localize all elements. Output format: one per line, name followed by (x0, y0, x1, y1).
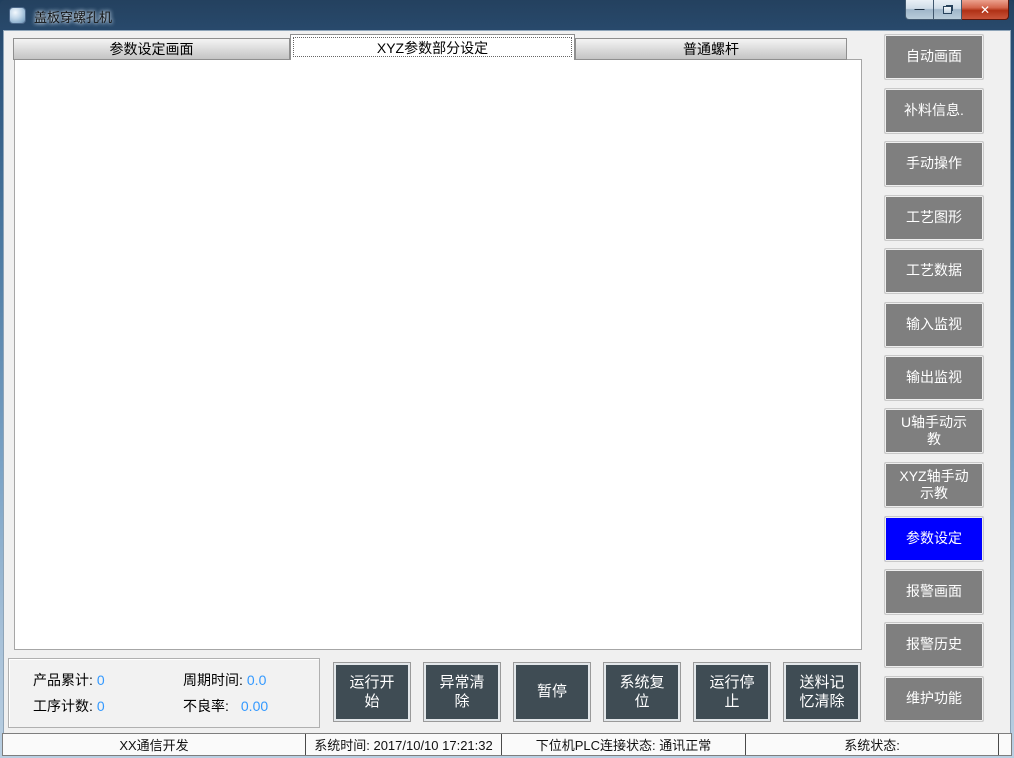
status-system-time: 系统时间: 2017/10/10 17:21:32 (306, 734, 502, 755)
restore-glyph (943, 6, 952, 14)
defect-rate-stat: 不良率: 0.00 (183, 696, 333, 716)
process-count-stat: 工序计数:0 (33, 696, 183, 716)
product-total-stat: 产品累计:0 (33, 670, 183, 690)
cycle-time-value: 0.0 (247, 672, 266, 688)
sidebar-item-param-setting[interactable]: 参数设定 (884, 516, 984, 562)
sidebar-item-alarm-screen[interactable]: 报警画面 (884, 569, 984, 615)
status-bar-cap (999, 734, 1011, 755)
sidebar-item-manual-op[interactable]: 手动操作 (884, 141, 984, 187)
close-icon[interactable]: ✕ (962, 0, 1009, 20)
product-total-value: 0 (97, 672, 105, 688)
defect-rate-label: 不良率: (183, 698, 229, 714)
status-system-state: 系统状态: (746, 734, 999, 755)
window-controls: — ✕ (905, 0, 1009, 20)
minimize-icon[interactable]: — (905, 0, 934, 20)
app-window: 盖板穿螺孔机 — ✕ 参数设定画面 XYZ参数部分设定 普通螺杆 参数设定画面 … (0, 0, 1014, 758)
system-reset-button[interactable]: 系统复 位 (603, 662, 681, 722)
error-clear-button[interactable]: 异常清 除 (423, 662, 501, 722)
status-bar: XX通信开发 系统时间: 2017/10/10 17:21:32 下位机PLC连… (2, 733, 1012, 756)
tab-normal-screw[interactable]: 普通螺杆 (575, 38, 847, 60)
status-vendor: XX通信开发 (3, 734, 306, 755)
app-icon (9, 7, 26, 24)
cycle-time-label: 周期时间: (183, 672, 243, 688)
tab-xyz-param-setting[interactable]: XYZ参数部分设定 (290, 34, 575, 60)
sidebar-item-process-graph[interactable]: 工艺图形 (884, 195, 984, 241)
sidebar-item-alarm-history[interactable]: 报警历史 (884, 622, 984, 668)
restore-icon[interactable] (934, 0, 962, 20)
sidebar-item-auto-screen[interactable]: 自动画面 (884, 34, 984, 80)
process-count-value: 0 (97, 698, 105, 714)
product-total-label: 产品累计: (33, 672, 93, 688)
run-start-button[interactable]: 运行开 始 (333, 662, 411, 722)
run-stop-button[interactable]: 运行停 止 (693, 662, 771, 722)
defect-rate-value: 0.00 (241, 698, 268, 714)
main-panel (14, 59, 862, 650)
status-plc-connection: 下位机PLC连接状态: 通讯正常 (502, 734, 746, 755)
pause-button[interactable]: 暂停 (513, 662, 591, 722)
sidebar-item-input-monitor[interactable]: 输入监视 (884, 302, 984, 348)
production-stats-panel: 产品累计:0 周期时间:0.0 工序计数:0 不良率: 0.00 (8, 658, 320, 728)
window-title: 盖板穿螺孔机 (34, 7, 112, 26)
sidebar-item-refill-info[interactable]: 补料信息. (884, 88, 984, 134)
sidebar-item-maintenance[interactable]: 维护功能 (884, 676, 984, 722)
sidebar-item-process-data[interactable]: 工艺数据 (884, 248, 984, 294)
sidebar-item-output-monitor[interactable]: 输出监视 (884, 355, 984, 401)
process-count-label: 工序计数: (33, 698, 93, 714)
feed-memory-clear-button[interactable]: 送料记 忆清除 (783, 662, 861, 722)
tab-param-setting[interactable]: 参数设定画面 (13, 38, 290, 60)
title-bar[interactable]: 盖板穿螺孔机 — ✕ (0, 0, 1014, 30)
cycle-time-stat: 周期时间:0.0 (183, 670, 333, 690)
sidebar-item-u-axis-teach[interactable]: U轴手动示 教 (884, 408, 984, 454)
sidebar-item-xyz-axis-teach[interactable]: XYZ轴手动 示教 (884, 462, 984, 508)
